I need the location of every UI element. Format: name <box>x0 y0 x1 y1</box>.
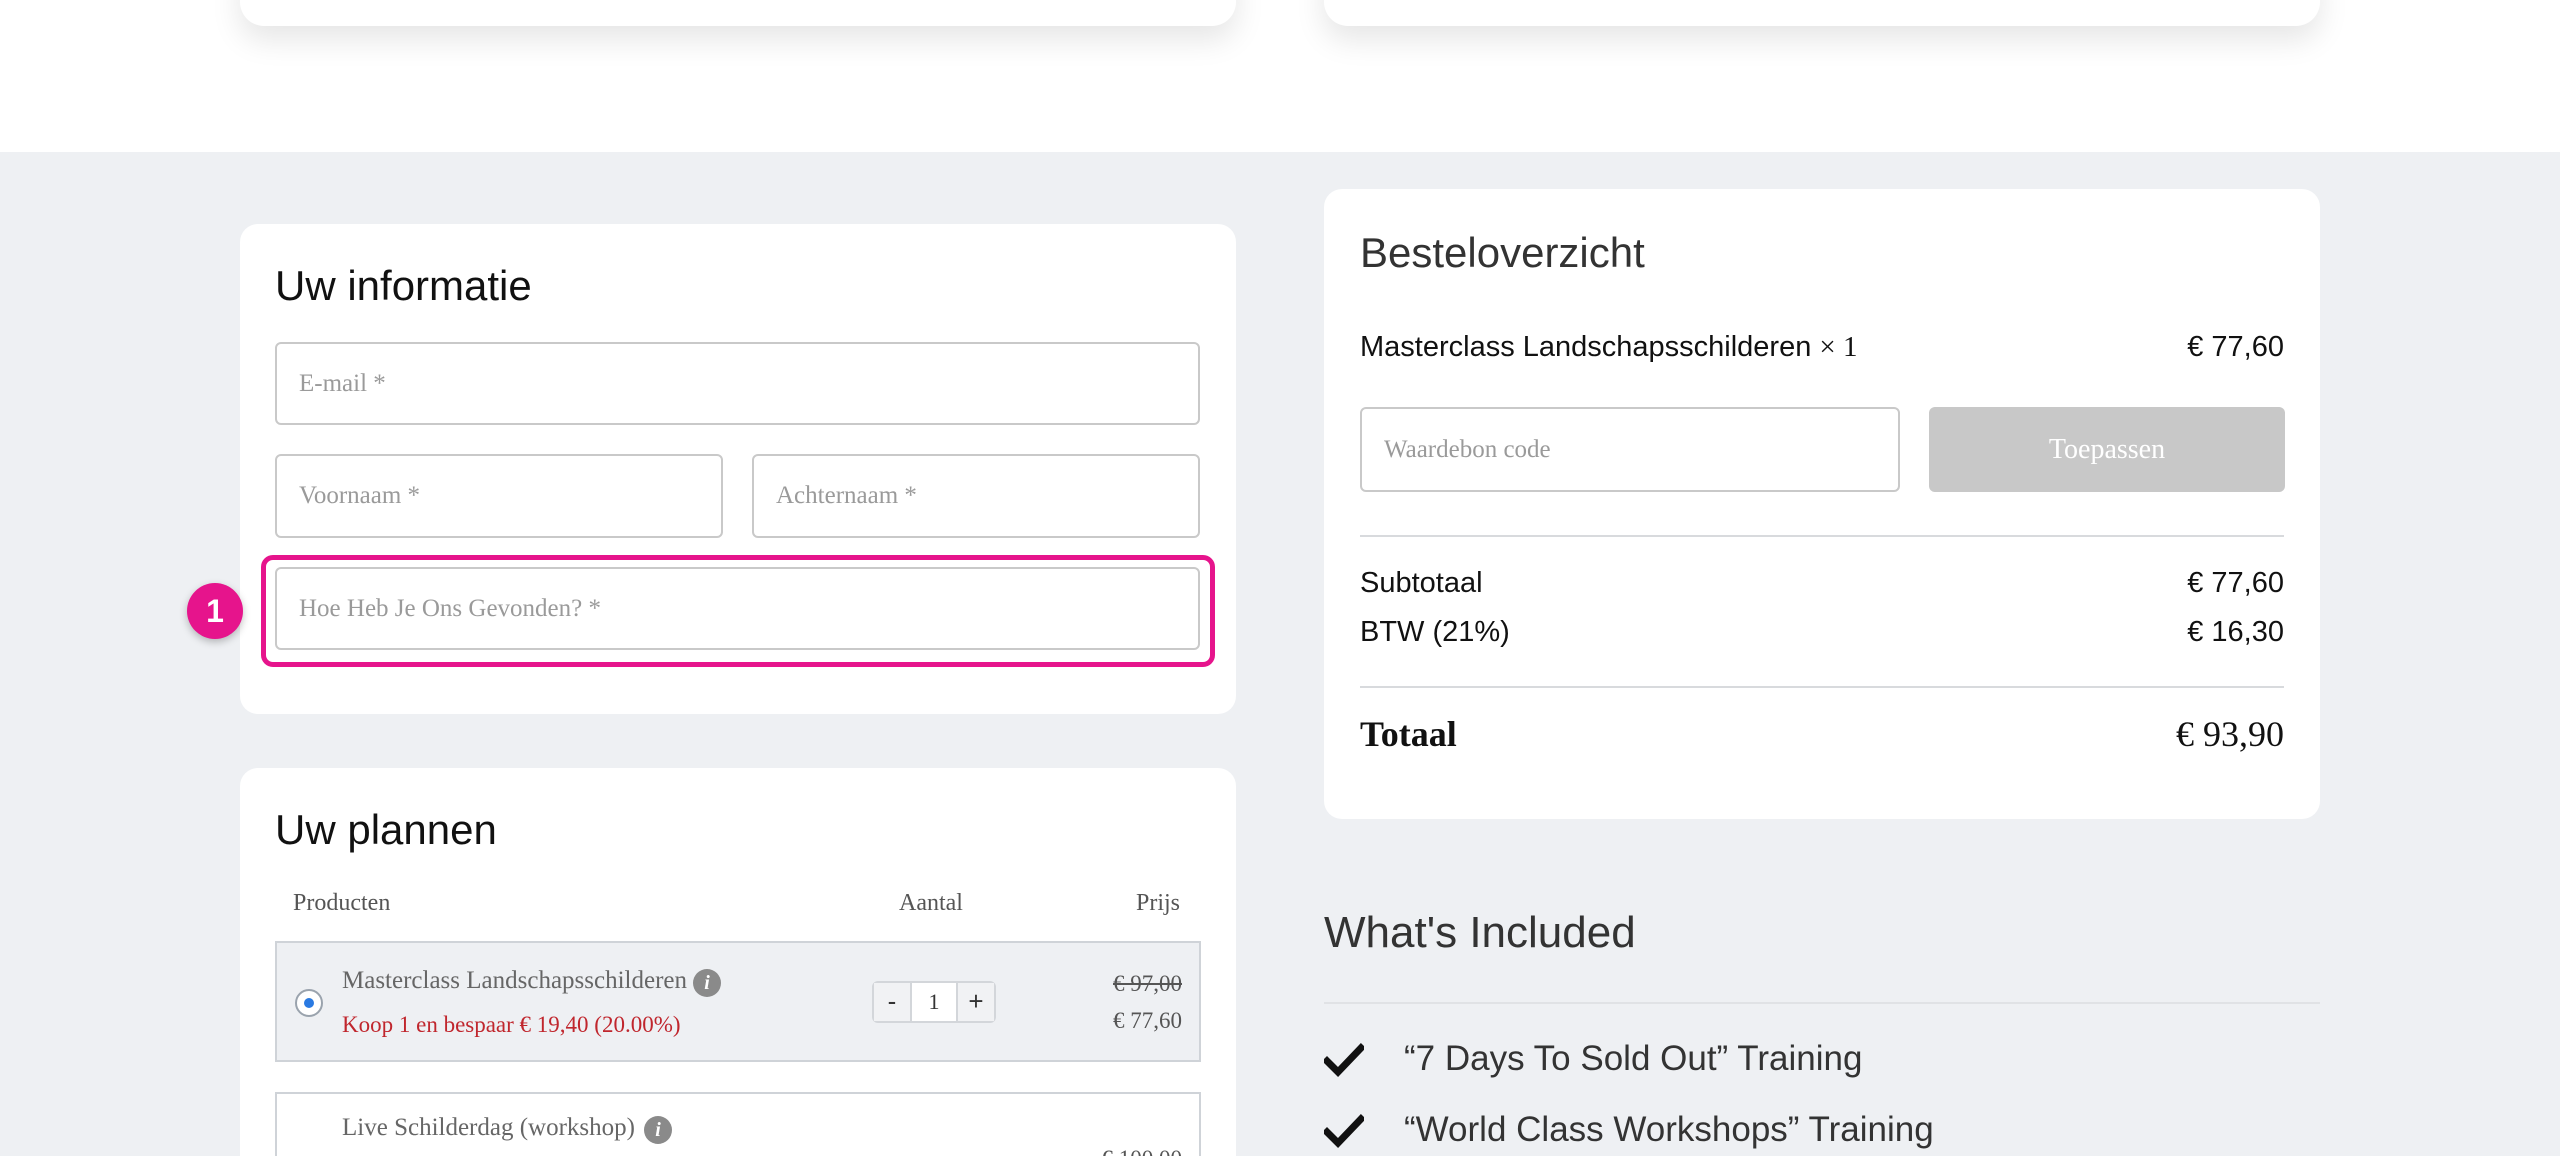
vat-value: € 16,30 <box>2187 616 2284 648</box>
voucher-field[interactable] <box>1360 407 1900 492</box>
order-item: Masterclass Landschapsschilderen × 1 <box>1360 331 1858 364</box>
plan-price: € 77,60 <box>1113 1008 1182 1033</box>
firstname-input[interactable] <box>277 456 721 536</box>
check-icon <box>1324 1043 1364 1077</box>
check-icon <box>1324 1114 1364 1148</box>
top-card-left <box>240 0 1236 26</box>
total-value: € 93,90 <box>2176 714 2284 754</box>
plan-promo: Koop 1 en bespaar € 19,40 (20.00%) <box>342 1012 681 1037</box>
top-section <box>0 0 2560 152</box>
plan-price-partial: € 100,00 <box>1102 1146 1183 1156</box>
email-field[interactable] <box>275 342 1200 425</box>
plan-row-live-schilderdag[interactable]: Live Schilderdag (workshop) i € 100,00 <box>275 1092 1201 1156</box>
plans-title: Uw plannen <box>275 806 497 853</box>
included-divider <box>1324 1002 2320 1004</box>
info-title: Uw informatie <box>275 262 532 309</box>
order-summary-card <box>1324 189 2320 819</box>
total-label: Totaal <box>1360 714 1457 754</box>
subtotal-value: € 77,60 <box>2187 567 2284 599</box>
apply-voucher-button[interactable]: Toepassen <box>1929 407 2285 492</box>
total-divider <box>1360 686 2284 688</box>
header-products: Producten <box>293 890 391 916</box>
included-item: “World Class Workshops” Training <box>1324 1106 2320 1156</box>
step-marker: 1 <box>187 583 243 639</box>
email-input[interactable] <box>277 344 1198 423</box>
vat-label: BTW (21%) <box>1360 616 1510 648</box>
header-quantity: Aantal <box>899 890 963 916</box>
order-item-qty: × 1 <box>1819 331 1858 363</box>
quantity-plus-button[interactable]: + <box>956 983 994 1021</box>
order-item-price: € 77,60 <box>2187 331 2284 363</box>
plan-old-price: € 97,00 <box>1113 971 1182 996</box>
voucher-input[interactable] <box>1362 409 1898 490</box>
firstname-field[interactable] <box>275 454 723 538</box>
lastname-input[interactable] <box>754 456 1198 536</box>
plan-row-masterclass[interactable]: Masterclass Landschapsschilderen i Koop … <box>275 941 1201 1062</box>
top-card-right <box>1324 0 2320 26</box>
plan-radio-selected[interactable] <box>295 989 323 1017</box>
info-icon[interactable]: i <box>644 1116 672 1144</box>
lastname-field[interactable] <box>752 454 1200 538</box>
highlight-box <box>261 555 1215 667</box>
included-item-text: “World Class Workshops” Training <box>1404 1110 1934 1149</box>
order-title: Besteloverzicht <box>1360 229 1645 276</box>
info-icon[interactable]: i <box>693 969 721 997</box>
order-divider <box>1360 535 2284 537</box>
plan-name: Masterclass Landschapsschilderen <box>342 967 688 994</box>
order-item-label: Masterclass Landschapsschilderen <box>1360 331 1812 363</box>
quantity-stepper: - 1 + <box>872 981 996 1023</box>
header-price: Prijs <box>1136 890 1181 916</box>
quantity-minus-button[interactable]: - <box>874 983 912 1021</box>
plan-name: Live Schilderdag (workshop) <box>342 1114 635 1141</box>
included-title: What's Included <box>1324 908 1636 957</box>
quantity-value[interactable]: 1 <box>912 983 956 1021</box>
subtotal-label: Subtotaal <box>1360 567 1483 599</box>
included-item: “7 Days To Sold Out” Training <box>1324 1035 2320 1085</box>
included-item-text: “7 Days To Sold Out” Training <box>1404 1039 1863 1078</box>
